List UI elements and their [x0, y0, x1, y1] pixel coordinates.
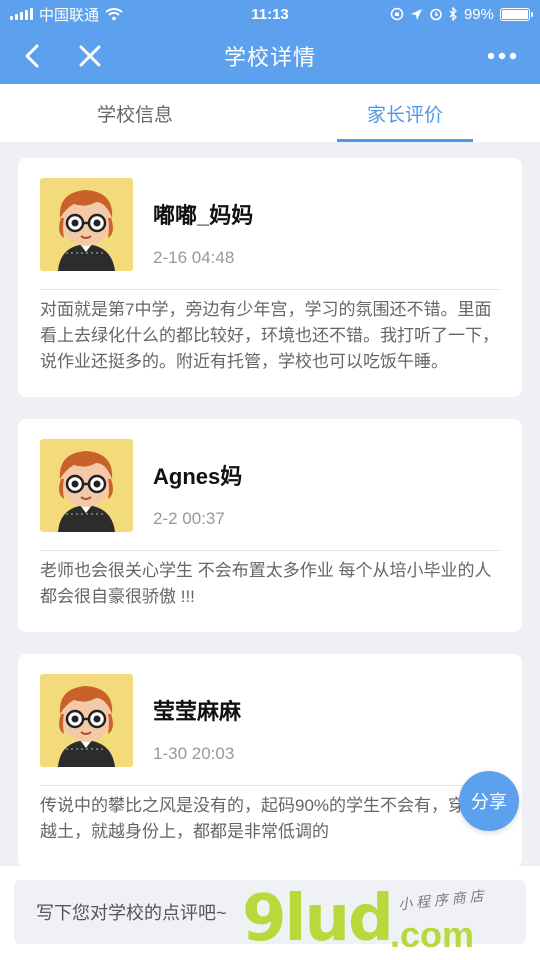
- signal-icon: [10, 8, 33, 20]
- review-card: 莹莹麻麻 1-30 20:03 传说中的攀比之风是没有的，起码90%的学生不会有…: [18, 654, 522, 867]
- avatar: [40, 674, 133, 767]
- close-button[interactable]: [72, 38, 108, 74]
- more-dots-icon: [487, 52, 517, 60]
- reviewer-name: 莹莹麻麻: [153, 699, 242, 724]
- bluetooth-icon: [449, 7, 457, 21]
- watermark-domain: .com: [390, 914, 475, 955]
- tab-bar: 学校信息 家长评价: [0, 84, 540, 142]
- review-text: 对面就是第7中学，旁边有少年宫，学习的氛围还不错。里面看上去绿化什么的都比较好，…: [40, 300, 499, 371]
- share-button[interactable]: 分享: [459, 771, 519, 831]
- review-text: 传说中的攀比之风是没有的，起码90%的学生不会有，穿戴得越土，就越身份上，都都是…: [40, 796, 500, 841]
- avatar-illustration: [58, 451, 115, 532]
- avatar-illustration: [58, 190, 115, 271]
- battery-percent: 99%: [463, 5, 494, 23]
- reviewer-name: Agnes妈: [153, 464, 243, 489]
- location-icon: [410, 8, 422, 20]
- review-card: Agnes妈 2-2 00:37 老师也会很关心学生 不会布置太多作业 每个从培…: [18, 419, 522, 632]
- more-button[interactable]: [482, 38, 522, 74]
- review-date: 1-30 20:03: [153, 744, 235, 763]
- avatar: [40, 439, 133, 532]
- review-list: 嘟嘟_妈妈 2-16 04:48 对面就是第7中学，旁边有少年宫，学习的氛围还不…: [18, 158, 522, 889]
- status-time: 11:13: [251, 5, 289, 23]
- close-icon: [79, 45, 101, 67]
- review-text: 老师也会很关心学生 不会布置太多作业 每个从培小毕业的人都会很自豪很骄傲 !!!: [40, 561, 492, 606]
- watermark-text: 9lud: [242, 882, 394, 956]
- chevron-left-icon: [25, 44, 39, 68]
- nav-bar: 学校详情: [0, 28, 540, 84]
- wifi-icon: [105, 8, 123, 21]
- tab-school-info[interactable]: 学校信息: [0, 84, 270, 142]
- alarm-icon: [430, 8, 442, 21]
- back-button[interactable]: [14, 38, 50, 74]
- watermark-tagline: 小 程 序 商 店: [397, 887, 485, 913]
- avatar-illustration: [58, 686, 115, 767]
- avatar: [40, 178, 133, 271]
- status-bar: 中国联通 11:13 99%: [0, 0, 540, 28]
- tab-parent-reviews[interactable]: 家长评价: [270, 84, 540, 142]
- watermark-logo: 9lud 小 程 序 商 店 .com: [242, 880, 532, 958]
- reviewer-name: 嘟嘟_妈妈: [153, 203, 254, 228]
- review-date: 2-16 04:48: [153, 248, 235, 267]
- rotation-lock-icon: [390, 7, 404, 21]
- page-title: 学校详情: [223, 45, 316, 70]
- carrier-label: 中国联通: [39, 6, 100, 24]
- top-bar: 中国联通 11:13 99% 学校详情: [0, 0, 540, 84]
- review-date: 2-2 00:37: [153, 509, 225, 528]
- battery-icon: [500, 7, 533, 21]
- review-card: 嘟嘟_妈妈 2-16 04:48 对面就是第7中学，旁边有少年宫，学习的氛围还不…: [18, 158, 522, 397]
